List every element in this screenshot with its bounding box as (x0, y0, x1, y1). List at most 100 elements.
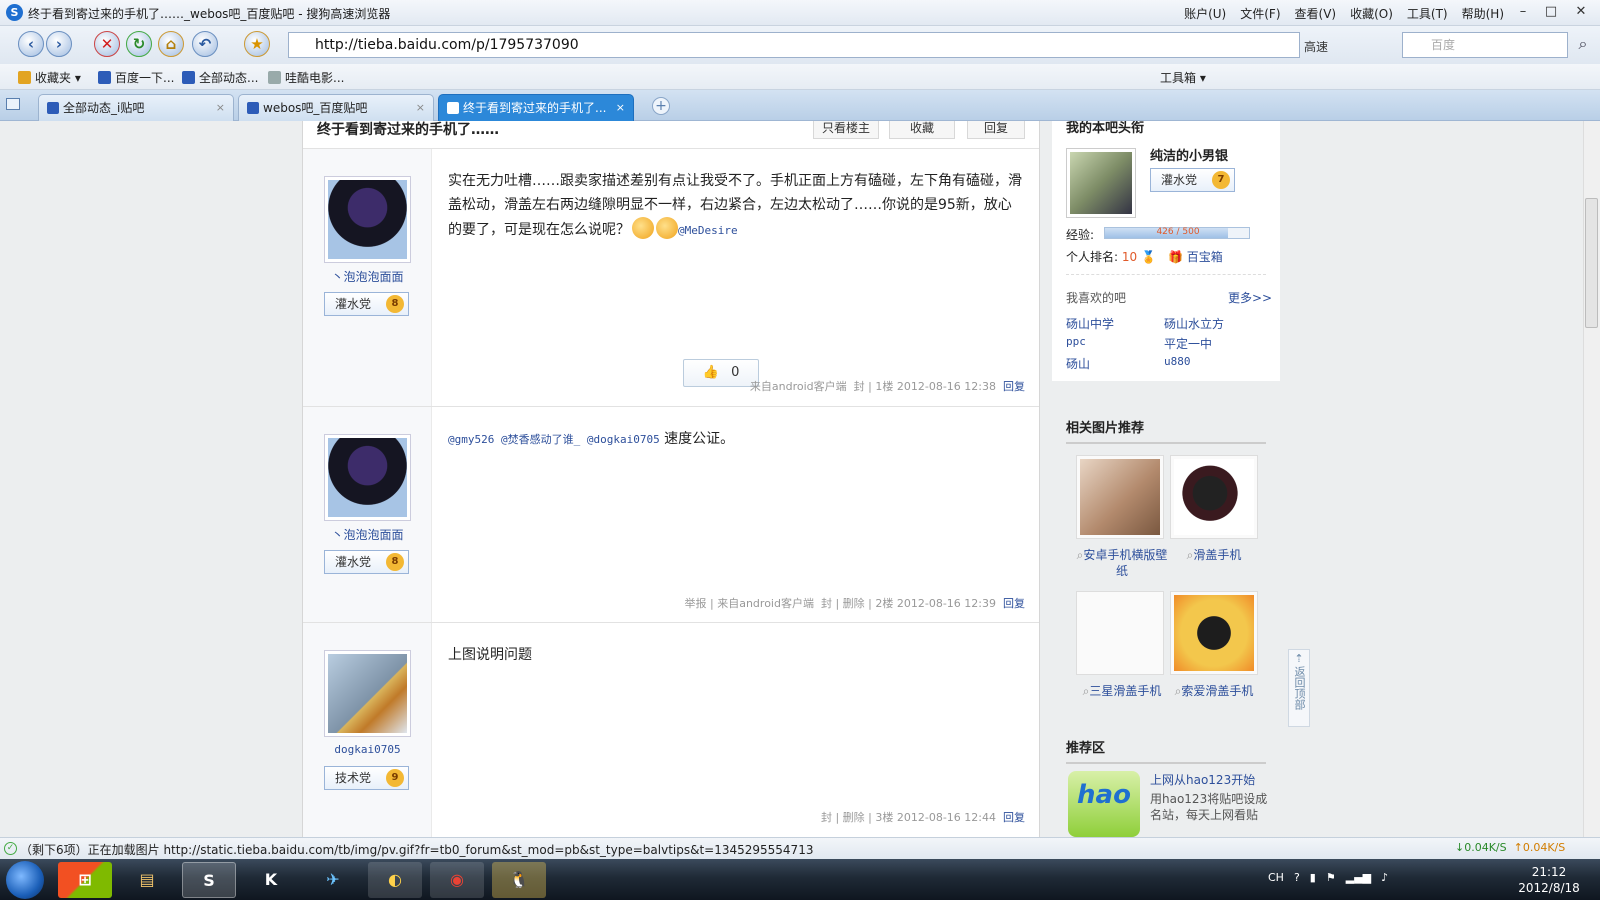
volume-icon[interactable]: ♪ (1381, 871, 1388, 884)
author-name[interactable]: dogkai0705 (303, 743, 432, 756)
sidebar-avatar[interactable] (1066, 148, 1136, 218)
speed-mode-toggle[interactable]: 高速 (1304, 38, 1328, 55)
hao123-link[interactable]: 上网从hao123开始 (1150, 771, 1255, 788)
reply-button[interactable]: 回复 (967, 121, 1025, 139)
tab-close-icon[interactable]: × (616, 95, 625, 121)
tab-current-thread[interactable]: 终于看到寄过来的手机了... × (438, 94, 634, 121)
forward-button[interactable]: › (46, 31, 72, 57)
taskbar-feiq[interactable]: ✈ (306, 862, 360, 898)
avatar[interactable] (324, 176, 411, 263)
search-input[interactable]: 百度 (1402, 32, 1568, 58)
author-name[interactable]: 丶泡泡泡面面 (303, 268, 432, 285)
back-button[interactable]: ‹ (18, 31, 44, 57)
related-image-caption[interactable]: ⌕滑盖手机 (1164, 547, 1264, 563)
sidebar-username[interactable]: 纯洁的小男银 (1150, 145, 1228, 164)
liked-bar-link[interactable]: 砀山 (1066, 355, 1090, 372)
taskbar-sogou-browser[interactable]: S (182, 862, 236, 898)
like-button[interactable]: 👍 0 (683, 359, 759, 387)
treasure-link[interactable]: 🎁 百宝箱 (1168, 248, 1223, 265)
tab-close-icon[interactable]: × (216, 95, 225, 121)
maximize-button[interactable]: □ (1538, 2, 1564, 22)
sidebar-toggle-icon[interactable] (6, 98, 20, 110)
liked-bar-link[interactable]: ppc (1066, 335, 1086, 348)
home-button[interactable]: ⌂ (158, 31, 184, 57)
rank-badge[interactable]: 技术党 9 (324, 766, 409, 790)
start-button[interactable] (6, 861, 44, 899)
help-icon[interactable]: ? (1294, 871, 1300, 884)
taskbar-app-tiles[interactable]: ⊞ (58, 862, 112, 898)
hao123-logo[interactable]: hao (1068, 771, 1140, 837)
more-link[interactable]: 更多>> (1228, 289, 1272, 306)
reply-link[interactable]: 回复 (1003, 380, 1025, 393)
related-image-4[interactable] (1170, 591, 1258, 675)
new-tab-button[interactable]: + (652, 97, 670, 115)
bookmark-dynamic[interactable]: 全部动态... (182, 69, 258, 86)
related-image-1[interactable] (1076, 455, 1164, 539)
author-name[interactable]: 丶泡泡泡面面 (303, 526, 432, 543)
related-image-caption[interactable]: ⌕索爱滑盖手机 (1164, 683, 1264, 699)
liked-bar-link[interactable]: 平定一中 (1164, 335, 1212, 352)
address-bar[interactable]: http://tieba.baidu.com/p/1795737090 (288, 32, 1300, 58)
avatar[interactable] (324, 434, 411, 521)
menu-file[interactable]: 文件(F) (1240, 5, 1280, 22)
reply-link[interactable]: 回复 (1003, 811, 1025, 824)
undo-close-button[interactable]: ↶ (192, 31, 218, 57)
delete-link[interactable]: 删除 (843, 597, 865, 610)
taskbar-k-app[interactable]: K (244, 862, 298, 898)
bookmark-movie[interactable]: 哇酷电影... (268, 69, 344, 86)
tab-dynamic[interactable]: 全部动态_i贴吧 × (38, 94, 234, 121)
related-image-caption[interactable]: ⌕三星滑盖手机 (1072, 683, 1172, 699)
emoticon-icon (656, 217, 678, 239)
tab-webos[interactable]: webos吧_百度贴吧 × (238, 94, 434, 121)
taskbar-qq[interactable]: 🐧 (492, 862, 546, 898)
portrait-image (1080, 459, 1160, 535)
status-ok-icon: ✓ (4, 842, 17, 855)
ban-link[interactable]: 封 (821, 597, 832, 610)
rank-badge[interactable]: 灌水党 8 (324, 550, 409, 574)
close-window-button[interactable]: ✕ (1568, 2, 1594, 22)
avatar[interactable] (324, 650, 411, 737)
sidebar-rank-badge[interactable]: 灌水党 7 (1150, 168, 1235, 192)
thumbs-up-icon: 👍 (702, 365, 719, 380)
favorite-star-button[interactable]: ★ (244, 31, 270, 57)
refresh-button[interactable]: ↻ (126, 31, 152, 57)
mention-links[interactable]: @gmy526 @焚香感动了谁_ @dogkai0705 (448, 433, 660, 446)
favorites-menu[interactable]: 收藏夹 ▾ (18, 69, 81, 86)
related-image-caption[interactable]: ⌕安卓手机横版壁纸 (1072, 547, 1172, 579)
liked-bar-link[interactable]: 砀山水立方 (1164, 315, 1224, 332)
stop-button[interactable]: ✕ (94, 31, 120, 57)
menu-account[interactable]: 账户(U) (1184, 5, 1226, 22)
signal-icon[interactable]: ▂▄▆ (1346, 871, 1371, 884)
menu-tools[interactable]: 工具(T) (1407, 5, 1448, 22)
battery-icon[interactable]: ▮ (1310, 871, 1316, 884)
ban-link[interactable]: 封 (821, 811, 832, 824)
report-link[interactable]: 举报 (685, 597, 707, 610)
menu-help[interactable]: 帮助(H) (1462, 5, 1504, 22)
collect-button[interactable]: 收藏 (889, 121, 955, 139)
input-language[interactable]: CH (1268, 871, 1284, 884)
related-image-3[interactable] (1076, 591, 1164, 675)
liked-bar-link[interactable]: u880 (1164, 355, 1191, 368)
taskbar-explorer[interactable]: ▤ (120, 862, 174, 898)
flag-icon[interactable]: ⚑ (1326, 871, 1336, 884)
related-image-2[interactable] (1170, 455, 1258, 539)
menu-view[interactable]: 查看(V) (1295, 5, 1337, 22)
ban-link[interactable]: 封 (854, 380, 865, 393)
back-to-top-button[interactable]: ⇡ 返回顶部 (1288, 649, 1310, 727)
scrollbar-thumb[interactable] (1585, 198, 1598, 328)
reply-link[interactable]: 回复 (1003, 597, 1025, 610)
minimize-button[interactable]: – (1510, 2, 1536, 22)
tab-close-icon[interactable]: × (416, 95, 425, 121)
mention-link[interactable]: @MeDesire (678, 224, 738, 237)
taskbar-app[interactable]: ◐ (368, 862, 422, 898)
liked-bar-link[interactable]: 砀山中学 (1066, 315, 1114, 332)
rank-badge[interactable]: 灌水党 8 (324, 292, 409, 316)
only-op-button[interactable]: 只看楼主 (813, 121, 879, 139)
menu-favorites[interactable]: 收藏(O) (1350, 5, 1393, 22)
search-icon[interactable]: ⌕ (1570, 32, 1596, 58)
toolbox-menu[interactable]: 工具箱 ▾ (1160, 69, 1206, 86)
bookmark-baidu[interactable]: 百度一下... (98, 69, 174, 86)
taskbar-chrome[interactable]: ◉ (430, 862, 484, 898)
clock[interactable]: 21:12 2012/8/18 (1504, 864, 1594, 896)
delete-link[interactable]: 删除 (843, 811, 865, 824)
